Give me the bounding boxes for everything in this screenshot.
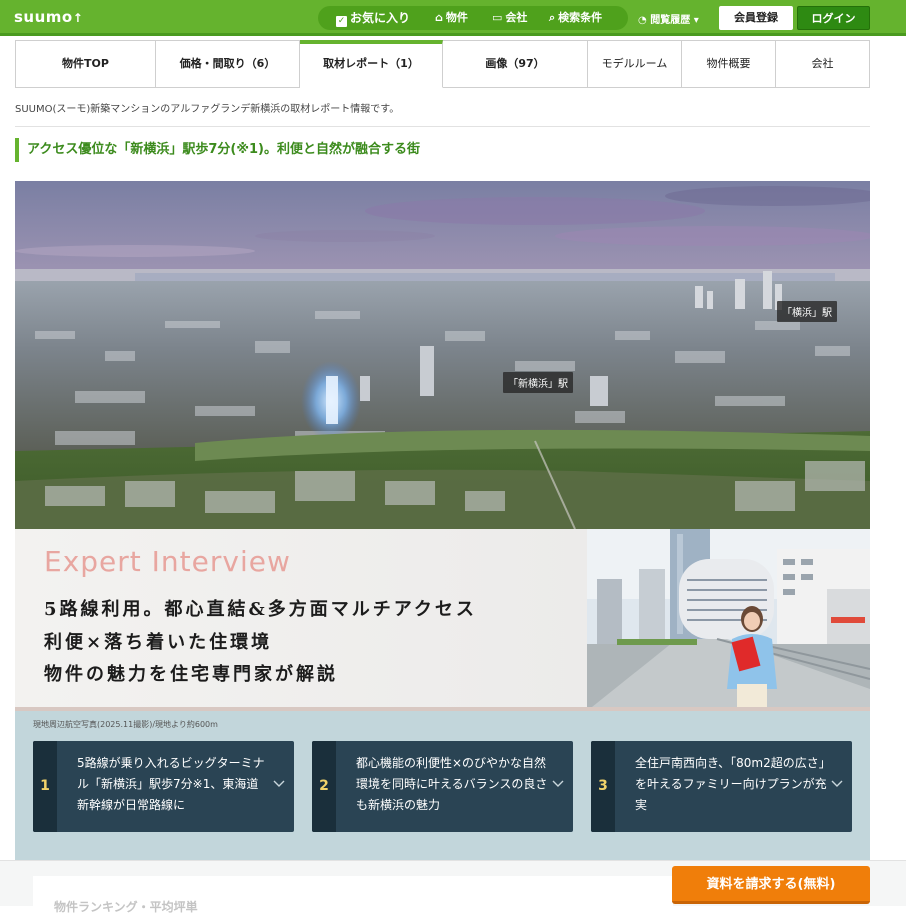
aerial-photo: 「横浜」駅 「新横浜」駅 — [15, 181, 870, 529]
aerial-city-image — [15, 181, 870, 529]
history-dropdown[interactable]: ◔ 閲覧履歴 ▾ — [638, 11, 699, 26]
tab-price-layout[interactable]: 価格・間取り（6） — [156, 40, 300, 88]
point-text: 都心機能の利便性×のびやかな自然環境を同時に叶えるバランスの良さも新横浜の魅力 — [356, 756, 548, 812]
header-nav-pill: ✓ お気に入り ⌂ 物件 ▭ 会社 ⌕ 検索条件 — [318, 6, 628, 30]
tab-company[interactable]: 会社 — [776, 40, 870, 88]
search-conditions-link[interactable]: ⌕ 検索条件 — [549, 6, 602, 30]
checkbox-icon: ✓ — [336, 16, 347, 27]
point-text: 5路線が乗り入れるビッグターミナル「新横浜」駅歩7分※1、東海道新幹線が日常路線… — [77, 756, 265, 812]
point-card-1[interactable]: 1 5路線が乗り入れるビッグターミナル「新横浜」駅歩7分※1、東海道新幹線が日常… — [33, 741, 294, 832]
tab-overview[interactable]: 物件概要 — [682, 40, 776, 88]
banner-line-1: 5路線利用。都心直結&多方面マルチアクセス — [44, 599, 477, 620]
tab-images[interactable]: 画像（97） — [443, 40, 588, 88]
caret-down-icon: ▾ — [693, 15, 699, 26]
photo-caption: 現地周辺航空写真(2025.11撮影)/現地より約600m — [33, 720, 218, 729]
property-link[interactable]: ⌂ 物件 — [435, 6, 468, 30]
request-materials-button[interactable]: 資料を請求する(無料) — [672, 866, 870, 904]
suumo-logo[interactable]: suumo↑ — [14, 8, 83, 26]
chevron-down-icon — [272, 777, 286, 791]
chevron-down-icon — [551, 777, 565, 791]
point-number: 1 — [33, 741, 57, 832]
point-text: 全住戸南西向き、「80m2超の広さ」を叶えるファミリー向けプランが充実 — [635, 756, 827, 812]
site-header: suumo↑ ✓ お気に入り ⌂ 物件 ▭ 会社 ⌕ 検索条件 ◔ 閲覧履歴 ▾ 会員登… — [0, 0, 906, 36]
login-button[interactable]: ログイン — [797, 6, 870, 30]
property-tabs: 物件TOP 価格・間取り（6） 取材レポート（1） 画像（97） モデルルーム … — [15, 40, 870, 88]
register-button[interactable]: 会員登録 — [719, 6, 793, 30]
banner-line-3: 物件の魅力を住宅専門家が解説 — [44, 664, 338, 685]
home-icon: ⌂ — [435, 11, 443, 24]
banner-line-2: 利便×落ち着いた住環境 — [44, 632, 273, 653]
point-card-2[interactable]: 2 都心機能の利便性×のびやかな自然環境を同時に叶えるバランスの良さも新横浜の魅… — [312, 741, 573, 832]
building-icon: ▭ — [492, 11, 503, 24]
point-number: 2 — [312, 741, 336, 832]
intro-text: SUUMO(スーモ)新築マンションのアルファグランデ新横浜の取材レポート情報です… — [15, 104, 400, 115]
expert-photo — [587, 529, 870, 711]
chevron-down-icon — [830, 777, 844, 791]
clock-icon: ◔ — [638, 15, 647, 26]
next-section-title: 物件ランキング・平均坪単 — [54, 900, 198, 914]
tab-model-room[interactable]: モデルルーム — [588, 40, 682, 88]
points-panel: 現地周辺航空写真(2025.11撮影)/現地より約600m 1 5路線が乗り入れ… — [15, 711, 870, 860]
search-icon: ⌕ — [549, 11, 556, 24]
tab-property-top[interactable]: 物件TOP — [15, 40, 156, 88]
shinyokohama-station-label: 「新横浜」駅 — [503, 372, 573, 393]
yokohama-station-label: 「横浜」駅 — [777, 301, 837, 322]
favorites-link[interactable]: ✓ お気に入り — [336, 6, 410, 30]
divider — [15, 126, 870, 127]
expert-interview-title: Expert Interview — [44, 545, 291, 578]
company-link[interactable]: ▭ 会社 — [492, 6, 527, 30]
section-heading: アクセス優位な「新横浜」駅歩7分(※1)。利便と自然が融合する街 — [15, 138, 420, 162]
tab-report[interactable]: 取材レポート（1） — [300, 40, 443, 88]
point-number: 3 — [591, 741, 615, 832]
expert-interview-banner[interactable]: Expert Interview 5路線利用。都心直結&多方面マルチアクセス 利… — [15, 529, 870, 711]
point-card-3[interactable]: 3 全住戸南西向き、「80m2超の広さ」を叶えるファミリー向けプランが充実 — [591, 741, 852, 832]
